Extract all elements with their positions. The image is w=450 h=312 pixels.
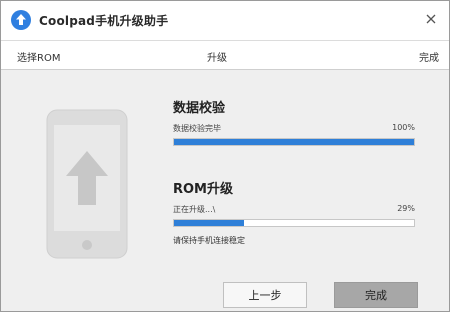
upgrade-status: 正在升级...\ [173, 205, 216, 214]
window-title: Coolpad手机升级助手 [39, 14, 169, 28]
step-upgrade: 升级 [207, 53, 227, 64]
upgrade-assistant-window: Coolpad手机升级助手 选择ROM 升级 完成 数据校验 数据校验完毕 10… [0, 0, 450, 312]
finish-button[interactable]: 完成 [334, 282, 418, 308]
upload-arrow-icon [11, 10, 31, 30]
step-done: 完成 [419, 53, 439, 64]
main-content: 数据校验 数据校验完毕 100% ROM升级 正在升级...\ 29% 请保持手… [1, 70, 449, 275]
connection-note: 请保持手机连接稳定 [173, 236, 245, 245]
close-icon[interactable] [423, 11, 439, 27]
upgrade-progress-bar [173, 219, 415, 227]
upgrade-title: ROM升级 [173, 182, 233, 197]
verify-title: 数据校验 [173, 101, 226, 116]
phone-upgrade-illustration [46, 109, 128, 259]
previous-button[interactable]: 上一步 [223, 282, 307, 308]
verify-progress-fill [174, 139, 414, 145]
button-bar: 上一步 完成 [1, 276, 449, 311]
step-select-rom: 选择ROM [17, 53, 61, 64]
upgrade-percent: 29% [397, 204, 415, 213]
title-bar: Coolpad手机升级助手 [1, 1, 449, 41]
verify-progress-bar [173, 138, 415, 146]
verify-percent: 100% [392, 123, 415, 132]
upgrade-progress-fill [174, 220, 244, 226]
verify-status: 数据校验完毕 [173, 124, 221, 133]
step-indicator: 选择ROM 升级 完成 [1, 41, 449, 70]
